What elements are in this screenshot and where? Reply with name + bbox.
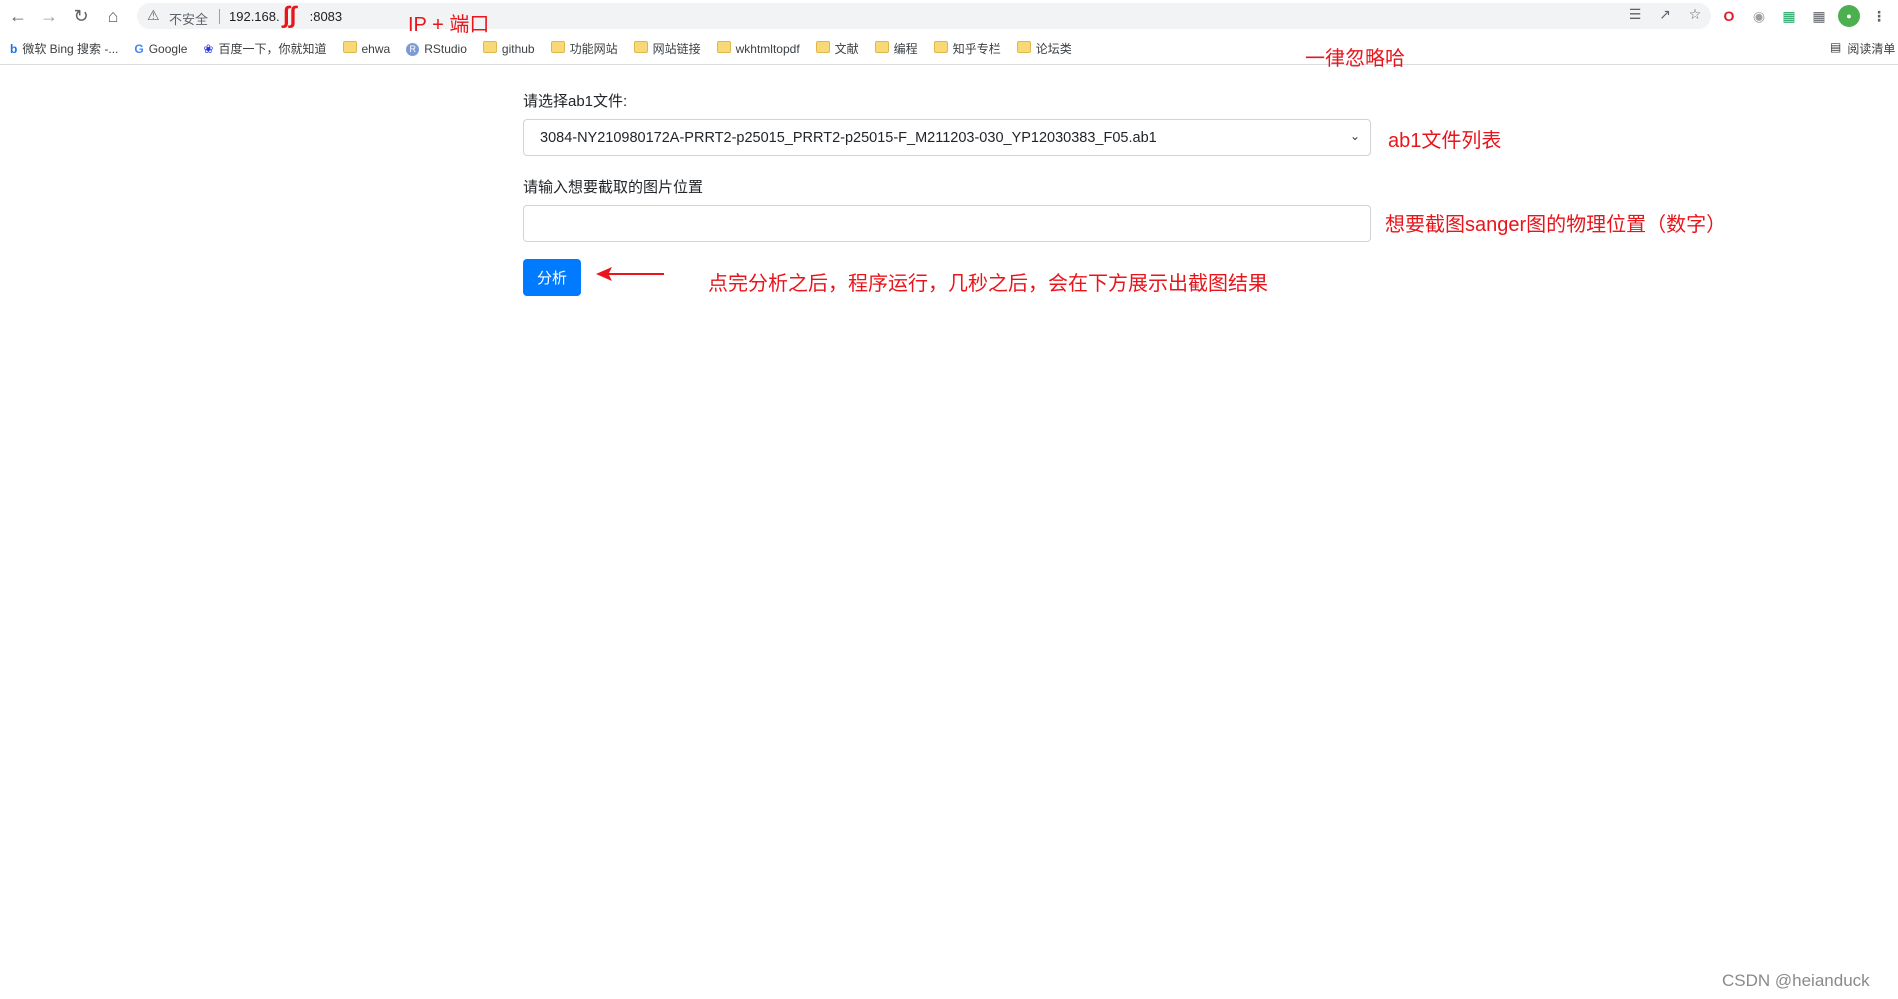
circle-extension-icon[interactable]: ◉ xyxy=(1748,5,1770,27)
position-label: 请输入想要截取的图片位置 xyxy=(523,179,704,196)
opera-extension-icon[interactable]: O xyxy=(1718,5,1740,27)
ab1-file-select[interactable]: 3084-NY210980172A-PRRT2-p25015_PRRT2-p25… xyxy=(523,119,1371,156)
reading-list-icon: ▤ xyxy=(1830,40,1842,54)
security-label: 不安全 xyxy=(169,12,209,27)
bookmark-item[interactable]: b 微软 Bing 搜索 -... xyxy=(10,40,118,57)
folder-icon xyxy=(342,41,357,56)
bookmark-label: Google xyxy=(148,41,188,56)
folder-icon xyxy=(550,41,565,56)
bookmark-item[interactable]: 知乎专栏 xyxy=(933,40,1001,57)
bookmark-item[interactable]: 网站链接 xyxy=(633,40,701,57)
bookmark-label: github xyxy=(501,41,535,56)
google-icon: G xyxy=(134,41,144,56)
bing-icon: b xyxy=(10,41,18,56)
annotation-result: 点完分析之后，程序运行，几秒之后，会在下方展示出截图结果 xyxy=(708,273,1268,295)
bookmark-item[interactable]: G Google xyxy=(134,40,187,57)
translate-icon[interactable]: ☰ xyxy=(1625,6,1645,23)
reload-icon[interactable]: ↻ xyxy=(70,5,92,27)
bookmark-label: 微软 Bing 搜索 -... xyxy=(22,42,119,56)
share-icon[interactable]: ↗ xyxy=(1655,6,1675,23)
folder-icon xyxy=(933,41,948,56)
folder-icon xyxy=(1016,41,1031,56)
menu-kebab-icon[interactable]: ⋮ xyxy=(1868,5,1890,27)
home-icon[interactable]: ⌂ xyxy=(102,5,124,27)
bookmark-label: ehwa xyxy=(361,41,391,56)
bookmark-item[interactable]: github xyxy=(482,40,535,57)
bookmarks-list: b 微软 Bing 搜索 -... G Google ❀ 百度一下，你就知道 ehwa R RS… xyxy=(10,40,1072,57)
folder-icon xyxy=(874,41,889,56)
sheet-extension-icon[interactable]: ▦ xyxy=(1778,5,1800,27)
bookmark-item[interactable]: 文献 xyxy=(815,40,859,57)
forward-icon[interactable]: → xyxy=(38,5,60,27)
bookmark-item[interactable]: wkhtmltopdf xyxy=(716,40,800,57)
annotation-ignore: 一律忽略哈 xyxy=(1305,48,1405,70)
bookmark-label: 网站链接 xyxy=(652,42,701,56)
back-icon[interactable]: ← xyxy=(7,5,29,27)
folder-icon xyxy=(815,41,830,56)
divider xyxy=(219,9,220,24)
bookmark-item[interactable]: ehwa xyxy=(342,40,391,57)
bookmarks-bar: b 微软 Bing 搜索 -... G Google ❀ 百度一下，你就知道 ehwa R RS… xyxy=(0,32,1898,65)
redaction-scribble: ∫∫ xyxy=(283,2,297,29)
extensions-puzzle-icon[interactable]: ▦ xyxy=(1808,5,1830,27)
bookmark-label: 百度一下，你就知道 xyxy=(218,42,327,56)
watermark: CSDN @heianduck xyxy=(1722,971,1870,990)
bookmark-label: 功能网站 xyxy=(569,42,618,56)
bookmark-label: 知乎专栏 xyxy=(952,42,1001,56)
bookmark-label: 论坛类 xyxy=(1035,42,1072,56)
bookmark-item[interactable]: 功能网站 xyxy=(550,40,618,57)
bookmark-label: 编程 xyxy=(893,42,918,56)
folder-icon xyxy=(482,41,497,56)
folder-icon xyxy=(716,41,731,56)
annotation-file-list: ab1文件列表 xyxy=(1388,130,1502,152)
warning-icon: ⚠ xyxy=(147,7,160,23)
baidu-icon: ❀ xyxy=(203,41,214,56)
star-icon[interactable]: ☆ xyxy=(1685,6,1705,23)
address-bar[interactable]: ⚠ 不安全 192.168.:8083 ☰ ↗ ☆ xyxy=(137,3,1711,29)
rstudio-icon: R xyxy=(406,41,420,56)
bookmark-item[interactable]: ❀ 百度一下，你就知道 xyxy=(203,40,326,57)
selected-file-value: 3084-NY210980172A-PRRT2-p25015_PRRT2-p25… xyxy=(540,130,1157,146)
chevron-down-icon: ⌄ xyxy=(1349,129,1360,143)
file-select-label: 请选择ab1文件: xyxy=(523,93,628,110)
bookmark-label: 文献 xyxy=(834,42,859,56)
bookmark-item[interactable]: 论坛类 xyxy=(1016,40,1072,57)
annotation-position: 想要截图sanger图的物理位置（数字） xyxy=(1385,214,1727,236)
profile-avatar[interactable]: ● xyxy=(1838,5,1860,27)
annotation-ip-port: IP + 端口 xyxy=(408,14,490,36)
position-input[interactable] xyxy=(523,205,1371,242)
bookmark-item[interactable]: R RStudio xyxy=(406,40,467,57)
bookmark-item[interactable]: 编程 xyxy=(874,40,918,57)
bookmark-label: RStudio xyxy=(424,41,467,56)
reading-list-button[interactable]: ▤ 阅读清单 xyxy=(1830,40,1895,57)
analyze-button[interactable]: 分析 xyxy=(523,259,581,296)
folder-icon xyxy=(633,41,648,56)
bookmark-label: wkhtmltopdf xyxy=(735,41,800,56)
arrow-left-icon xyxy=(596,267,664,281)
